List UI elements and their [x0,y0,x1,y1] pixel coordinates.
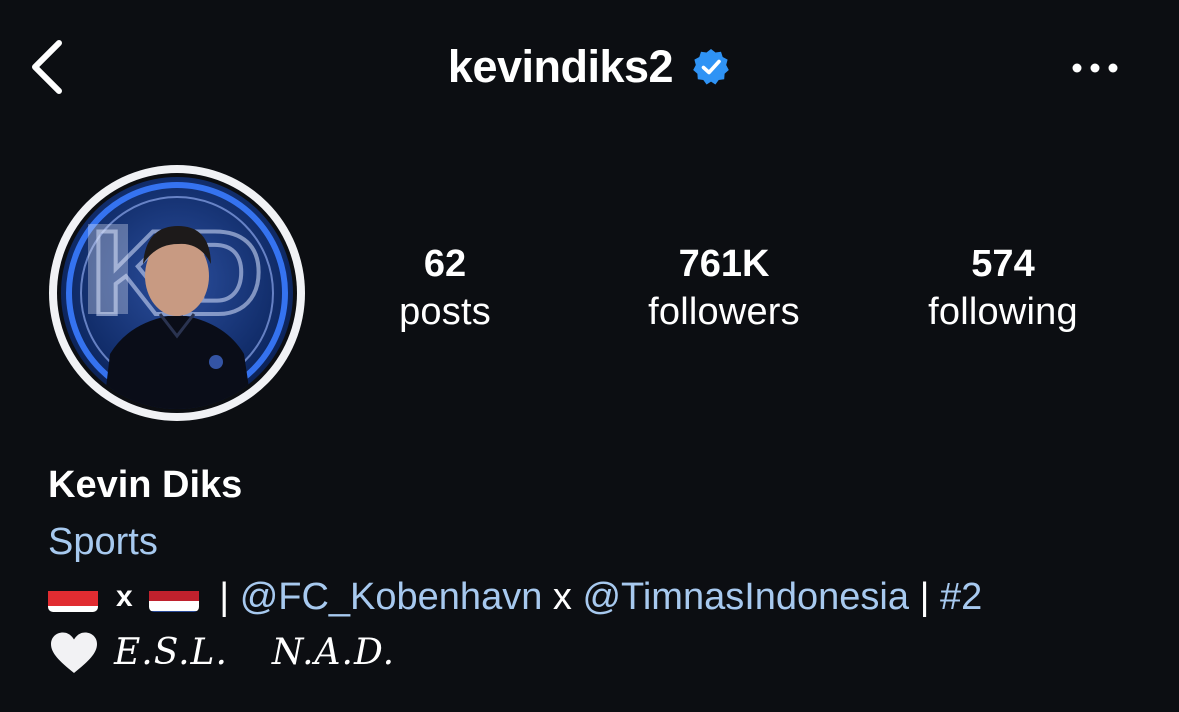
following-count: 574 [971,243,1035,285]
bio-line-2: E.S.L. N.A.D. [48,626,1148,680]
verified-badge-icon [691,47,731,87]
mention-fc-kobenhavn[interactable]: @FC_Kobenhavn [240,570,543,624]
category-label: Sports [48,521,158,563]
bio-initials-1: E.S.L. [114,632,228,673]
netherlands-flag-icon [148,582,199,612]
posts-count: 62 [423,243,467,285]
followers-stat[interactable]: 761K followers [604,240,844,336]
posts-label: posts [399,291,491,333]
indonesia-flag-icon [48,582,98,612]
posts-stat[interactable]: 62 posts [325,240,565,336]
top-navigation-bar: kevindiks2 [0,0,1179,140]
white-heart-icon [48,630,100,676]
followers-count: 761K [678,243,770,285]
following-label: following [928,291,1078,333]
following-stat[interactable]: 574 following [883,240,1123,336]
pipe-separator-2: | [909,576,941,618]
followers-label: followers [648,291,800,333]
hashtag-link[interactable]: #2 [940,570,982,624]
bio-initials-2: N.A.D. [271,632,396,673]
mention-separator: x [542,576,583,618]
pipe-separator: | [208,576,240,618]
mention-timnas-indonesia[interactable]: @TimnasIndonesia [582,570,909,624]
profile-stats: 62 posts 761K followers 574 following [0,240,1179,350]
username-title: kevindiks2 [447,41,674,92]
header-title: kevindiks2 [0,40,1179,94]
profile-bio: Kevin Diks Sports x | @FC_Kobenhavn x @T… [48,458,1148,680]
flag-separator: x [116,580,133,613]
more-options-button[interactable] [1066,50,1124,86]
full-name: Kevin Diks [48,464,243,506]
bio-line-1: x | @FC_Kobenhavn x @TimnasIndonesia | #… [48,570,1148,624]
more-horizontal-icon [1072,63,1118,73]
